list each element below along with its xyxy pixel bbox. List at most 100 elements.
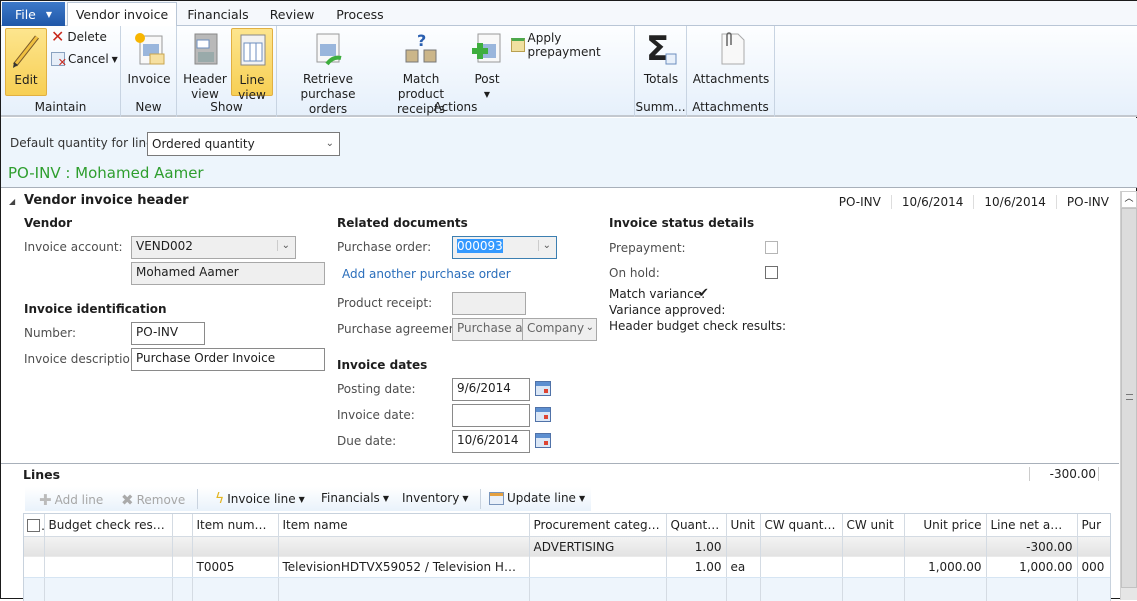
summary-invoice-id: PO-INV — [1066, 195, 1109, 209]
file-menu-button[interactable]: File ▼ — [2, 2, 65, 26]
chevron-down-icon: ▼ — [298, 494, 305, 504]
row-select-cell[interactable] — [24, 536, 45, 557]
chevron-down-icon: ▼ — [462, 493, 469, 503]
match-receipts-icon: ? — [404, 30, 438, 68]
invoice-number-field[interactable]: PO-INV — [131, 322, 205, 345]
tab-process[interactable]: Process — [327, 2, 393, 26]
summary-date: 10/6/2014 — [892, 195, 975, 209]
header-view-button[interactable]: Header view — [183, 28, 227, 102]
on-hold-checkbox[interactable] — [765, 266, 778, 279]
ribbon-group-new: Invoice New — [121, 26, 177, 117]
apply-prepayment-button[interactable]: Apply prepayment — [511, 31, 634, 59]
invoice-date-field[interactable] — [452, 404, 530, 427]
row-select-cell[interactable] — [24, 557, 45, 578]
calendar-icon[interactable] — [535, 407, 551, 422]
purchase-agreement-value: Purchase a — [457, 321, 523, 335]
post-button[interactable]: Post ▼ — [469, 28, 505, 102]
invoice-line-menu[interactable]: ϟ Invoice line ▼ — [215, 491, 305, 507]
col-budget-check-results[interactable]: Budget check results — [44, 514, 173, 537]
due-date-field[interactable]: 10/6/2014 — [452, 430, 530, 453]
scrollbar-thumb[interactable] — [1121, 208, 1137, 588]
col-unit[interactable]: Unit — [726, 514, 761, 537]
tab-financials[interactable]: Financials — [179, 2, 257, 26]
ribbon: Edit ✕ Delete ✕ Cancel ▼ Maintain Invoic… — [1, 26, 1137, 117]
tab-review[interactable]: Review — [259, 2, 325, 26]
retrieve-label-1: Retrieve — [302, 72, 354, 86]
pencil-icon — [9, 31, 43, 69]
col-item-name[interactable]: Item name — [278, 514, 530, 537]
invoice-description-field[interactable]: Purchase Order Invoice — [131, 348, 325, 371]
add-line-button[interactable]: ✚ Add line — [39, 491, 103, 509]
posting-date-label: Posting date: — [337, 382, 416, 396]
posting-date-field[interactable]: 9/6/2014 — [452, 378, 530, 401]
chevron-down-icon: ▼ — [578, 493, 586, 503]
cell-cw-unit — [842, 577, 905, 601]
inventory-label: Inventory — [402, 491, 460, 505]
prepayment-checkbox[interactable] — [765, 241, 778, 254]
financials-menu[interactable]: Financials ▼ — [321, 491, 389, 505]
due-date-label: Due date: — [337, 434, 397, 448]
row-select-cell[interactable] — [24, 577, 45, 601]
cell-unit — [726, 577, 761, 601]
cell-unit: ea — [726, 557, 761, 578]
product-receipt-field — [452, 292, 526, 315]
select-all-checkbox[interactable] — [27, 518, 40, 532]
collapse-triangle-icon[interactable]: ◢ — [9, 197, 15, 206]
summary-invoice-number: PO-INV — [829, 195, 892, 209]
col-cw-quantity[interactable]: CW quantity — [760, 514, 843, 537]
invoice-account-field[interactable]: VEND002 ⌄ — [131, 236, 296, 259]
table-row[interactable]: T0005 TelevisionHDTVX59052 / Television … — [24, 557, 1110, 578]
col-item-number[interactable]: Item number — [192, 514, 279, 537]
chevron-down-icon: ⌄ — [585, 322, 594, 333]
default-qty-select[interactable]: Ordered quantity ⌄ — [147, 132, 340, 156]
tab-label: Financials — [187, 6, 249, 22]
cancel-label: Cancel — [68, 52, 109, 66]
table-row[interactable]: ADVERTISING 1.00 -300.00 — [24, 536, 1110, 557]
inventory-menu[interactable]: Inventory ▼ — [402, 491, 468, 505]
col-procurement-category[interactable]: Procurement category — [529, 514, 667, 537]
ribbon-group-maintain: Edit ✕ Delete ✕ Cancel ▼ Maintain — [1, 26, 121, 117]
new-invoice-button[interactable]: Invoice — [127, 28, 171, 87]
scroll-up-icon[interactable]: ︿ — [1121, 191, 1137, 208]
edit-button[interactable]: Edit — [5, 28, 47, 96]
col-blank[interactable] — [172, 514, 193, 537]
totals-button[interactable]: Σ Totals — [639, 28, 683, 87]
cell-procurement-category — [529, 577, 667, 601]
col-unit-price[interactable]: Unit price — [904, 514, 987, 537]
file-label: File — [14, 6, 36, 22]
invoice-label: Invoice — [127, 72, 171, 86]
delete-button[interactable]: ✕ Delete — [51, 29, 107, 45]
cell-unit-price: 1,000.00 — [904, 557, 987, 578]
group-label-show: Show — [210, 100, 243, 114]
table-row[interactable] — [24, 577, 1110, 601]
chevron-down-icon: ▼ — [111, 54, 118, 64]
cancel-button[interactable]: ✕ Cancel ▼ — [51, 52, 118, 69]
col-quantity[interactable]: Quantity — [666, 514, 727, 537]
update-line-menu[interactable]: Update line ▼ — [489, 491, 585, 505]
grid-header-row: Budget check results Item number Item na… — [24, 514, 1110, 537]
tab-label: Vendor invoice — [75, 7, 169, 22]
col-line-net-amount[interactable]: Line net amount — [986, 514, 1078, 537]
tab-vendor-invoice[interactable]: Vendor invoice — [67, 2, 177, 27]
line-view-button[interactable]: Line view — [231, 28, 273, 102]
purchase-order-field[interactable]: 000093 ⌄ — [452, 236, 557, 259]
cell-line-net-amount: -300.00 — [986, 536, 1078, 557]
add-another-purchase-order-link[interactable]: Add another purchase order — [342, 267, 511, 281]
variance-approved-label: Variance approved: — [609, 303, 726, 317]
attachments-button[interactable]: Attachments — [691, 28, 771, 87]
totals-label: Totals — [643, 72, 679, 86]
vertical-scrollbar[interactable]: ︿ — [1120, 191, 1137, 600]
agreement-company-value: Company — [527, 321, 585, 335]
cell-pur — [1077, 577, 1110, 601]
cell-line-net-amount — [986, 577, 1078, 601]
cell-cw-quantity — [760, 557, 843, 578]
invoice-account-label: Invoice account: — [24, 240, 123, 254]
on-hold-label: On hold: — [609, 266, 660, 280]
calendar-icon[interactable] — [535, 381, 551, 396]
remove-button[interactable]: ✖ Remove — [121, 491, 185, 509]
col-pur[interactable]: Pur — [1077, 514, 1110, 537]
select-all-cell[interactable] — [24, 514, 45, 537]
col-cw-unit[interactable]: CW unit — [842, 514, 905, 537]
product-receipt-label: Product receipt: — [337, 296, 433, 310]
calendar-icon[interactable] — [535, 433, 551, 448]
